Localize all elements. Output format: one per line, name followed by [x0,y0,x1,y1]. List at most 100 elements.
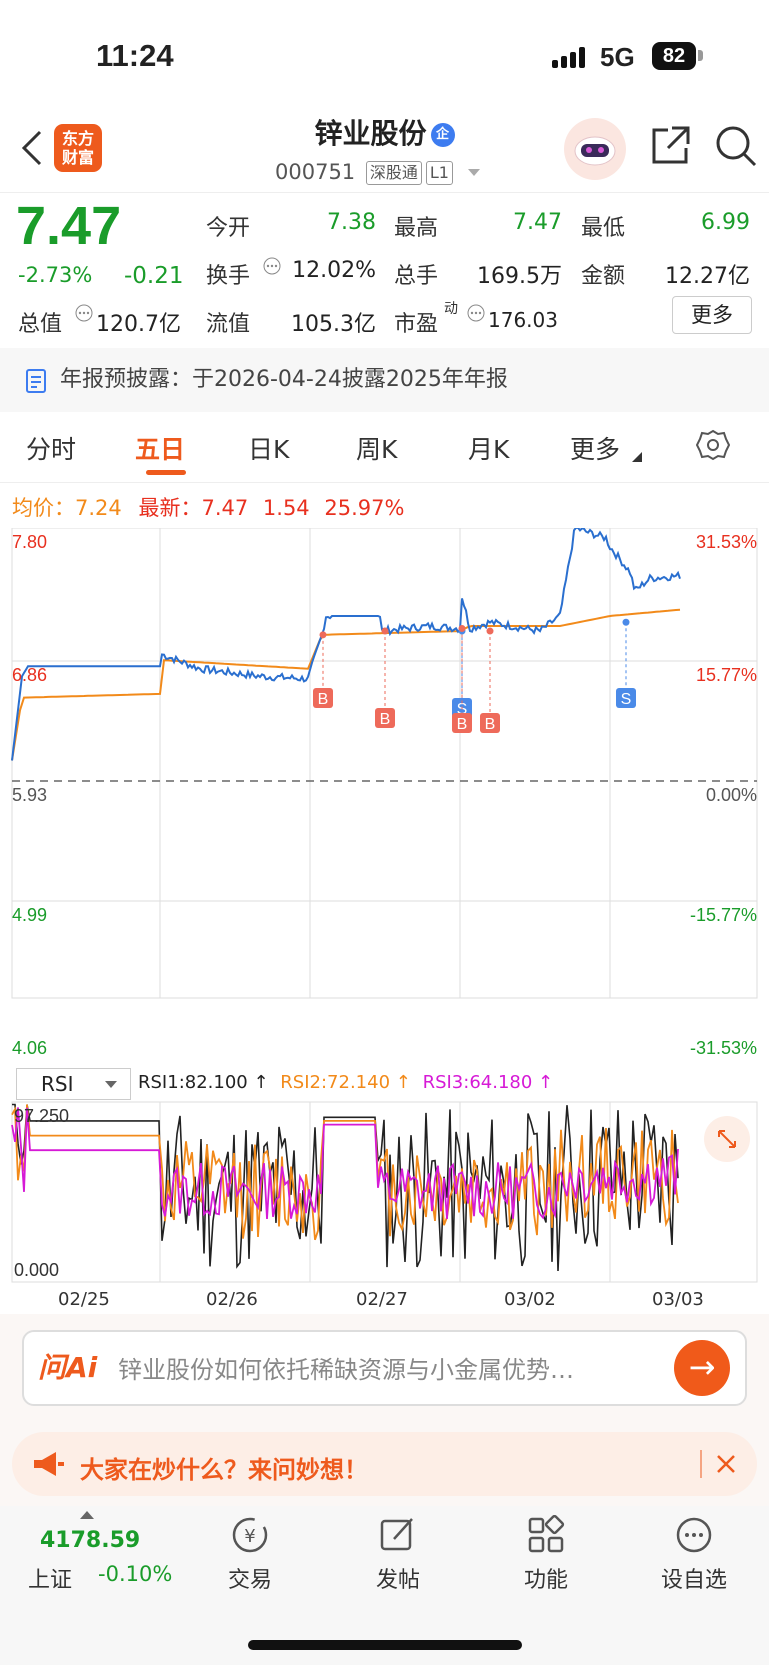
signal-icon [552,46,592,68]
rsi-y-tick: 0.000 [14,1260,60,1280]
index-value[interactable]: 4178.59 [40,1528,140,1553]
buy-marker: B [380,711,391,728]
more-dots-icon[interactable] [674,1515,714,1555]
index-pct[interactable]: -0.10% [98,1562,172,1586]
nav-add-watchlist[interactable]: 设自选 [644,1562,744,1594]
index-name[interactable]: 上证 [28,1562,72,1594]
banner-text: 大家在炒什么？来问妙想！ [80,1456,368,1484]
info-dots-icon[interactable] [74,303,94,323]
chart-frame [11,528,758,999]
ai-logo: 问Ai [38,1351,98,1384]
stock-code-row[interactable]: 000751 深股通 L1 [275,160,482,185]
network-label: 5G [600,42,635,72]
turnover-value: 12.02% [292,258,376,283]
settings-icon[interactable] [696,428,730,462]
verified-badge: 企 [430,123,455,147]
post-icon[interactable] [378,1515,418,1555]
y-tick-left: 4.06 [12,1038,48,1058]
y-tick-left: 6.86 [12,665,48,685]
volume-value: 169.5万 [477,264,562,289]
latest-label: 最新： [138,496,202,520]
amount-value: 12.27亿 [665,264,750,289]
nav-trade[interactable]: 交易 [200,1562,300,1594]
y-tick-left: 7.80 [12,532,48,552]
level-tag: L1 [425,161,453,185]
rsi1-value: RSI1:82.100 ↑ [138,1072,269,1093]
low-label: 最低 [581,216,626,241]
tab-monthly-k[interactable]: 月K [468,430,509,466]
pe-superscript: 动 [444,301,458,317]
price-change: -0.21 [124,263,184,289]
rsi-y-tick: 97.250 [14,1106,70,1126]
latest-pct: 25.97% [324,496,405,520]
info-dots-icon[interactable] [262,256,282,276]
pe-label: 市盈 [394,312,439,337]
quote-more-button[interactable]: 更多 [672,296,752,334]
banner-divider [700,1450,702,1478]
latest-change: 1.54 [262,496,310,520]
float-value: 105.3亿 [291,312,376,337]
megaphone-icon [30,1450,66,1478]
avg-label: 均价： [12,496,75,520]
avg-value: 7.24 [75,496,122,520]
corner-triangle-icon [632,452,642,462]
tab-more[interactable]: 更多 [570,430,620,466]
status-bar: 11:24 5G 82 [0,0,769,110]
price-pct: -2.73% [18,263,93,287]
ai-prompt[interactable]: 锌业股份如何依托稀缺资源与小金属优势… [118,1350,574,1385]
rsi-values: RSI1:82.100 ↑ RSI2:72.140 ↑ RSI3:64.180 … [138,1072,553,1093]
svg-text:¥: ¥ [244,1526,255,1547]
trade-icon[interactable]: ¥ [230,1515,270,1555]
battery-icon: 82 [652,42,696,70]
chart-tabs: 分时 五日 日K 周K 月K 更多 [0,412,769,482]
status-time: 11:24 [96,38,174,73]
active-tab-indicator [146,470,186,475]
price-chart[interactable]: BBSB BS [0,528,769,1068]
caret-up-icon [80,1511,94,1519]
earnings-notice[interactable]: 年报预披露：于2026-04-24披露2025年年报 [0,348,769,412]
tab-intraday[interactable]: 分时 [26,430,76,466]
open-value: 7.38 [327,210,376,235]
high-label: 最高 [394,216,439,241]
share-icon[interactable] [648,124,692,168]
price-line [11,528,681,761]
low-value: 6.99 [701,210,750,235]
functions-icon[interactable] [526,1515,566,1555]
y-tick-left: 4.99 [12,905,48,925]
y-tick-right: 31.53% [695,532,757,552]
indicator-selector[interactable]: RSI [16,1068,131,1100]
rsi-chart[interactable] [0,1100,769,1285]
rsi3-value: RSI3:64.180 ↑ [422,1072,554,1093]
caret-down-icon [467,169,480,176]
tab-daily-k[interactable]: 日K [248,430,289,466]
x-date-label: 02/25 [58,1289,110,1310]
avg-price-line [11,608,681,761]
marker-dot [319,631,327,639]
close-icon[interactable] [714,1452,738,1476]
tab-five-day[interactable]: 五日 [135,430,185,466]
search-icon[interactable] [714,124,758,168]
marker-dot [486,627,494,635]
tab-weekly-k[interactable]: 周K [356,430,397,466]
marker-dot [622,618,630,626]
nav-functions[interactable]: 功能 [496,1562,596,1594]
stock-code: 000751 [275,160,356,184]
y-tick-right: -31.53% [689,1038,757,1058]
y-tick-right: 0.00% [705,785,757,805]
ai-submit-arrow-icon[interactable]: → [674,1340,730,1396]
marker-dot [381,627,389,635]
expand-icon[interactable] [704,1116,750,1162]
info-dots-icon[interactable] [466,303,486,323]
x-date-label: 03/02 [504,1289,556,1310]
rsi2-value: RSI2:72.140 ↑ [280,1072,411,1093]
mcap-value: 120.7亿 [96,312,181,337]
sell-marker: S [621,691,632,708]
buy-marker: B [485,716,496,733]
current-price: 7.47 [16,196,122,256]
nav-post[interactable]: 发帖 [348,1562,448,1594]
float-label: 流值 [206,312,251,337]
buy-marker: B [457,716,468,733]
x-date-label: 03/03 [652,1289,704,1310]
assistant-avatar[interactable] [564,118,626,180]
caret-down-icon [105,1081,117,1088]
